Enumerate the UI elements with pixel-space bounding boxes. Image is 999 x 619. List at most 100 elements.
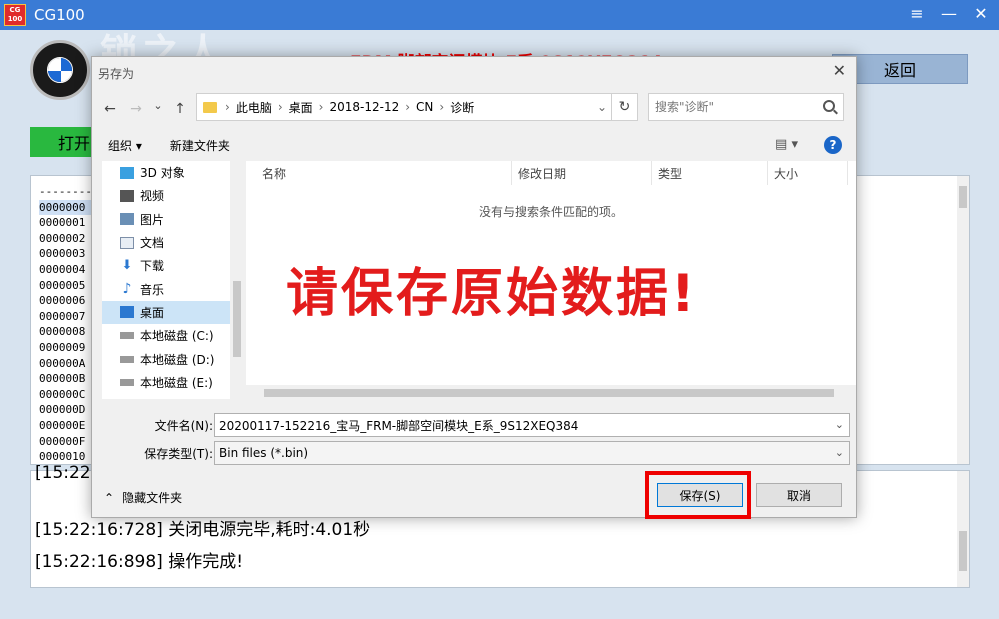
- filename-input[interactable]: 20200117-152216_宝马_FRM-脚部空间模块_E系_9S12XEQ…: [214, 413, 850, 437]
- filetype-row: 保存类型(T): Bin files (*.bin) ⌄: [92, 441, 858, 465]
- menu-icon[interactable]: ≡: [909, 4, 925, 23]
- nav-item-label: 本地磁盘 (C:): [140, 329, 214, 344]
- search-box[interactable]: [648, 93, 844, 121]
- drive-icon: [120, 378, 134, 386]
- filetype-value: Bin files (*.bin): [219, 446, 309, 460]
- hide-folders-toggle[interactable]: ⌃ 隐藏文件夹: [104, 489, 182, 506]
- history-dropdown-icon[interactable]: ⌄: [150, 99, 166, 112]
- log-line: [15:22:: [35, 463, 97, 483]
- nav-item-label: 下载: [140, 259, 165, 274]
- up-arrow-icon[interactable]: ↑: [172, 101, 188, 117]
- hex-row[interactable]: 0000004: [39, 262, 92, 278]
- hex-row[interactable]: 0000009: [39, 340, 92, 356]
- nav-item-drive-d[interactable]: 本地磁盘 (D:): [102, 347, 242, 370]
- chevron-down-icon[interactable]: ⌄: [835, 446, 844, 459]
- column-header-type[interactable]: 类型: [652, 161, 768, 185]
- hide-folders-label: 隐藏文件夹: [122, 491, 183, 505]
- file-list-hscrollbar[interactable]: [246, 385, 856, 401]
- filetype-select[interactable]: Bin files (*.bin) ⌄: [214, 441, 850, 465]
- log-line: [15:22:16:728] 关闭电源完毕,耗时:4.01秒: [35, 520, 371, 540]
- filename-label: 文件名(N):: [154, 419, 213, 433]
- refresh-icon[interactable]: ↻: [611, 94, 637, 120]
- filename-row: 文件名(N): 20200117-152216_宝马_FRM-脚部空间模块_E系…: [92, 413, 858, 437]
- nav-pane-scrollbar[interactable]: [230, 161, 244, 399]
- column-header-size[interactable]: 大小: [768, 161, 848, 185]
- help-icon[interactable]: ?: [824, 136, 842, 154]
- nav-item-label: 本地磁盘 (D:): [140, 352, 215, 367]
- breadcrumb-item[interactable]: 此电脑: [236, 99, 272, 116]
- organize-menu[interactable]: 组织 ▾: [108, 137, 142, 154]
- back-arrow-icon[interactable]: ←: [102, 101, 118, 117]
- nav-item-label: 音乐: [140, 282, 165, 297]
- breadcrumb-item[interactable]: CN: [416, 100, 433, 114]
- breadcrumb-item[interactable]: 2018-12-12: [329, 100, 399, 114]
- pictures-icon: [120, 213, 134, 226]
- hex-row[interactable]: 0000000: [39, 199, 92, 216]
- hex-row[interactable]: 000000E: [39, 418, 92, 434]
- window-controls: ≡ — ✕: [909, 4, 989, 23]
- save-button[interactable]: 保存(S): [657, 483, 743, 507]
- breadcrumb-item[interactable]: 诊断: [450, 99, 474, 116]
- hex-scrollbar[interactable]: [957, 176, 969, 464]
- hex-row[interactable]: 000000A: [39, 356, 92, 372]
- downloads-icon: ⬇: [121, 257, 133, 273]
- hex-row[interactable]: 000000B: [39, 371, 92, 387]
- nav-item-label: 文档: [140, 236, 165, 251]
- documents-icon: [120, 236, 134, 249]
- hex-row[interactable]: 0000006: [39, 293, 92, 309]
- open-button[interactable]: 打开: [30, 127, 92, 157]
- nav-item-label: 桌面: [140, 305, 165, 320]
- close-window-icon[interactable]: ✕: [973, 4, 989, 23]
- hex-row[interactable]: 000000D: [39, 402, 92, 418]
- column-header-modified[interactable]: 修改日期: [512, 161, 652, 185]
- nav-item-music[interactable]: ♪ 音乐: [102, 277, 242, 300]
- nav-item-label: 本地磁盘 (E:): [140, 375, 213, 390]
- column-header-name[interactable]: 名称: [256, 161, 512, 185]
- nav-item-drive-c[interactable]: 本地磁盘 (C:): [102, 324, 242, 347]
- hex-row[interactable]: 000000C: [39, 387, 92, 403]
- hex-row[interactable]: 0000005: [39, 278, 92, 294]
- music-icon: ♪: [122, 281, 132, 298]
- search-icon[interactable]: [823, 100, 835, 112]
- drive-icon: [120, 355, 134, 363]
- filename-value: 20200117-152216_宝马_FRM-脚部空间模块_E系_9S12XEQ…: [219, 418, 579, 433]
- 3d-objects-icon: [120, 166, 134, 179]
- hex-row[interactable]: 0000003: [39, 246, 92, 262]
- drive-icon: [120, 332, 134, 340]
- save-original-data-overlay: 请保存原始数据!: [286, 264, 698, 324]
- hex-row[interactable]: 0000008: [39, 324, 92, 340]
- filetype-label: 保存类型(T):: [144, 447, 213, 461]
- nav-item-downloads[interactable]: ⬇ 下载: [102, 254, 242, 277]
- logo-text-bottom: 100: [7, 15, 23, 23]
- dialog-title: 另存为: [98, 67, 135, 81]
- address-bar[interactable]: › 此电脑 › 桌面 › 2018-12-12 › CN › 诊断 ⌄ ↻: [196, 93, 638, 121]
- hex-row[interactable]: 000000F: [39, 434, 92, 450]
- video-icon: [120, 189, 134, 202]
- nav-item-pictures[interactable]: 图片: [102, 208, 242, 231]
- hex-row[interactable]: 0000007: [39, 309, 92, 325]
- chevron-down-icon[interactable]: ⌄: [835, 418, 844, 431]
- address-dropdown-icon[interactable]: ⌄: [597, 100, 607, 114]
- bmw-roundel: [47, 57, 73, 83]
- log-line: [15:22:16:898] 操作完成!: [35, 552, 244, 572]
- hex-row[interactable]: 0000001: [39, 215, 92, 231]
- nav-item-desktop[interactable]: 桌面: [102, 300, 242, 325]
- cg100-logo: CG 100: [4, 4, 26, 26]
- cancel-button[interactable]: 取消: [756, 483, 842, 507]
- breadcrumb-item[interactable]: 桌面: [289, 99, 313, 116]
- minimize-icon[interactable]: —: [941, 4, 957, 23]
- dialog-close-icon[interactable]: ✕: [833, 61, 846, 80]
- hex-row[interactable]: 0000002: [39, 231, 92, 247]
- file-list-pane: 名称 修改日期 类型 大小 没有与搜索条件匹配的项。 请保存原始数据!: [246, 161, 856, 401]
- nav-item-3d-objects[interactable]: 3D 对象: [102, 161, 242, 184]
- log-scrollbar[interactable]: [957, 471, 969, 587]
- view-options-icon[interactable]: ▤ ▾: [775, 137, 798, 152]
- nav-item-video[interactable]: 视频: [102, 184, 242, 207]
- new-folder-button[interactable]: 新建文件夹: [170, 137, 230, 154]
- save-as-dialog: 另存为 ✕ ← → ⌄ ↑ › 此电脑 › 桌面 › 2018-12-12 › …: [91, 56, 858, 519]
- search-input[interactable]: [655, 100, 815, 114]
- chevron-up-icon: ⌃: [104, 490, 115, 505]
- forward-arrow-icon[interactable]: →: [128, 101, 144, 117]
- nav-item-documents[interactable]: 文档: [102, 231, 242, 254]
- nav-item-drive-e[interactable]: 本地磁盘 (E:): [102, 371, 242, 394]
